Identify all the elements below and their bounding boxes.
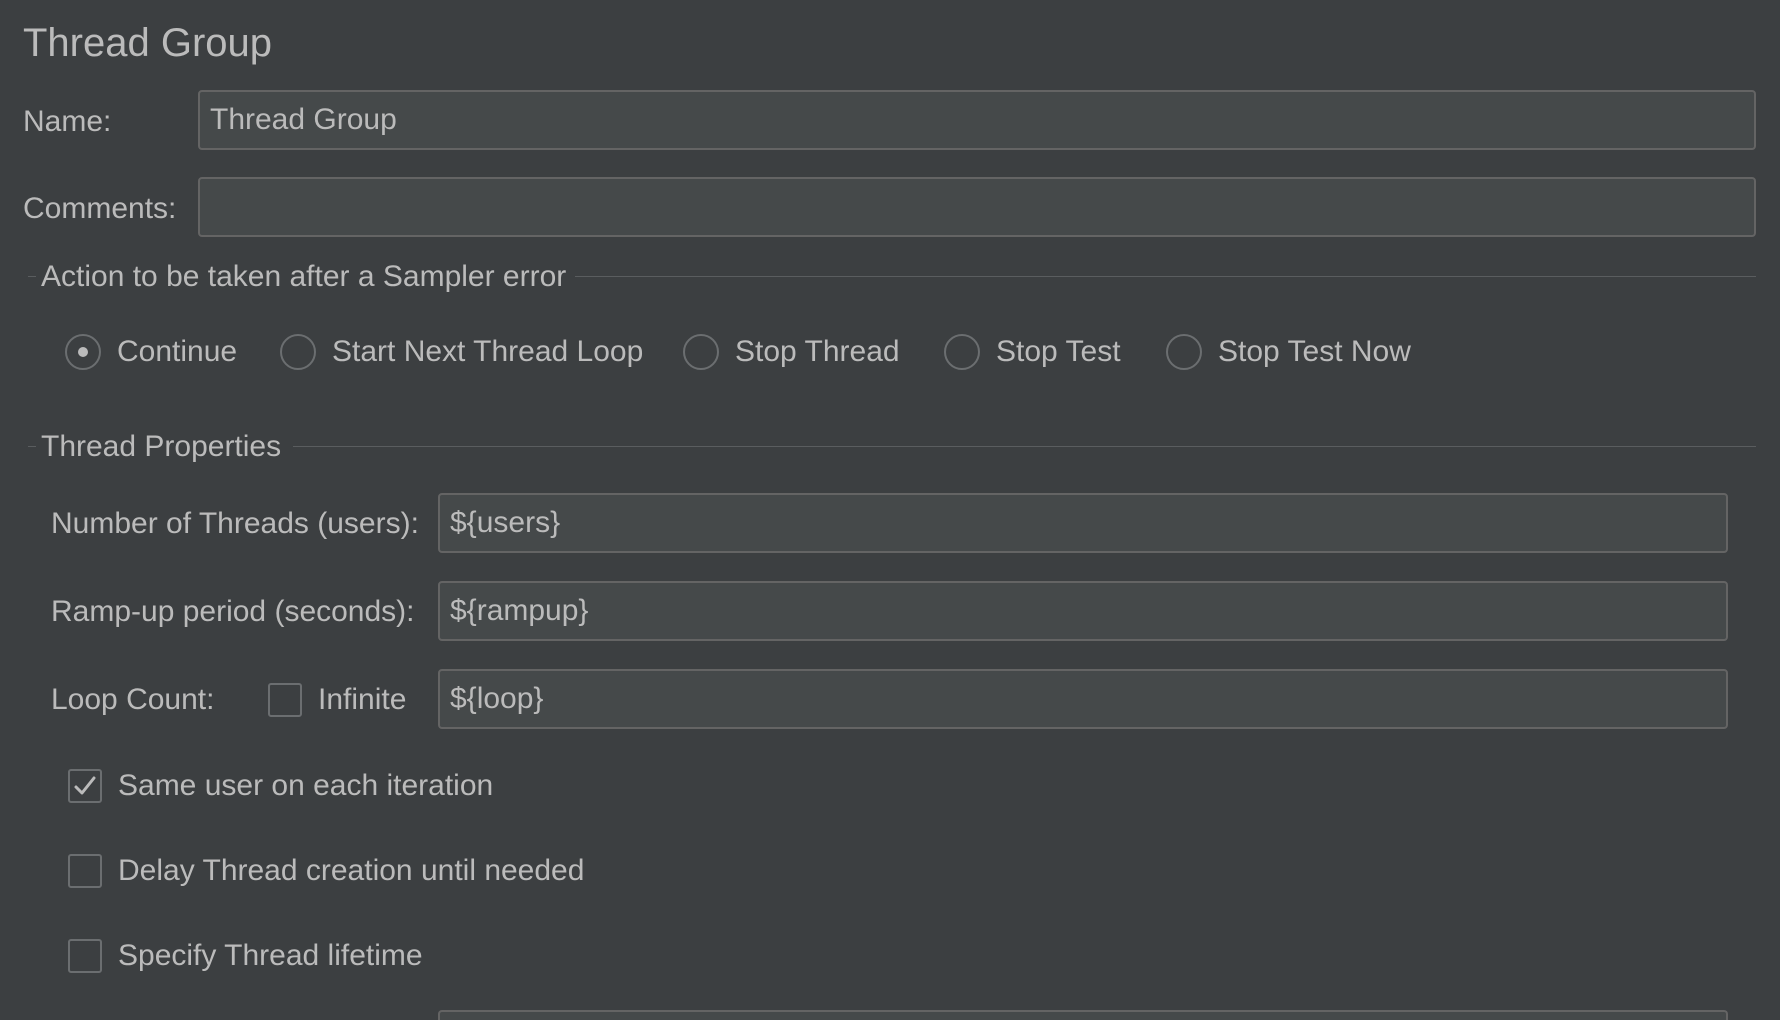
- section-border-stub: [28, 446, 36, 447]
- specify-lifetime-label: Specify Thread lifetime: [118, 939, 423, 972]
- radio-button[interactable]: [1166, 334, 1202, 370]
- sampler-error-section-title: Action to be taken after a Sampler error: [41, 260, 567, 293]
- delay-creation-checkbox[interactable]: [68, 854, 102, 888]
- radio-stop-test[interactable]: Stop Test: [944, 332, 1121, 372]
- section-border-stub: [28, 276, 36, 277]
- radio-button-selected[interactable]: [65, 334, 101, 370]
- same-user-checkbox[interactable]: [68, 769, 102, 803]
- delay-creation-checkbox-item[interactable]: Delay Thread creation until needed: [68, 851, 584, 891]
- radio-stop-test-now-label: Stop Test Now: [1218, 335, 1411, 368]
- section-divider: [575, 276, 1756, 277]
- rampup-input[interactable]: [438, 581, 1728, 641]
- num-threads-label: Number of Threads (users):: [51, 507, 419, 540]
- comments-input[interactable]: [198, 177, 1756, 237]
- infinite-checkbox-item[interactable]: Infinite: [268, 680, 406, 720]
- delay-creation-label: Delay Thread creation until needed: [118, 854, 585, 887]
- check-mark-icon: [74, 776, 96, 795]
- num-threads-input[interactable]: [438, 493, 1728, 553]
- loop-count-input[interactable]: [438, 669, 1728, 729]
- panel-title: Thread Group: [23, 21, 273, 65]
- name-input[interactable]: [198, 90, 1756, 150]
- name-label: Name:: [23, 105, 112, 138]
- radio-stop-test-label: Stop Test: [996, 335, 1121, 368]
- specify-lifetime-checkbox[interactable]: [68, 939, 102, 973]
- comments-label: Comments:: [23, 192, 177, 225]
- radio-stop-thread[interactable]: Stop Thread: [683, 332, 900, 372]
- radio-continue-label: Continue: [117, 335, 238, 368]
- infinite-checkbox[interactable]: [268, 683, 302, 717]
- radio-stop-test-now[interactable]: Stop Test Now: [1166, 332, 1411, 372]
- same-user-checkbox-item[interactable]: Same user on each iteration: [68, 766, 493, 806]
- loop-count-label: Loop Count:: [51, 683, 215, 716]
- specify-lifetime-checkbox-item[interactable]: Specify Thread lifetime: [68, 936, 423, 976]
- same-user-label: Same user on each iteration: [118, 769, 494, 802]
- radio-continue[interactable]: Continue: [65, 332, 237, 372]
- duration-input-partial[interactable]: [438, 1010, 1728, 1020]
- rampup-label: Ramp-up period (seconds):: [51, 595, 415, 628]
- radio-dot-icon: [78, 347, 88, 357]
- radio-button[interactable]: [944, 334, 980, 370]
- radio-button[interactable]: [683, 334, 719, 370]
- section-divider: [293, 446, 1756, 447]
- thread-group-panel: Thread Group Name: Comments: Action to b…: [0, 0, 1780, 1020]
- radio-button[interactable]: [280, 334, 316, 370]
- radio-start-next-thread-loop[interactable]: Start Next Thread Loop: [280, 332, 643, 372]
- thread-properties-section-title: Thread Properties: [41, 430, 282, 463]
- radio-stop-thread-label: Stop Thread: [735, 335, 900, 368]
- infinite-label: Infinite: [318, 683, 407, 716]
- radio-start-next-thread-loop-label: Start Next Thread Loop: [332, 335, 644, 368]
